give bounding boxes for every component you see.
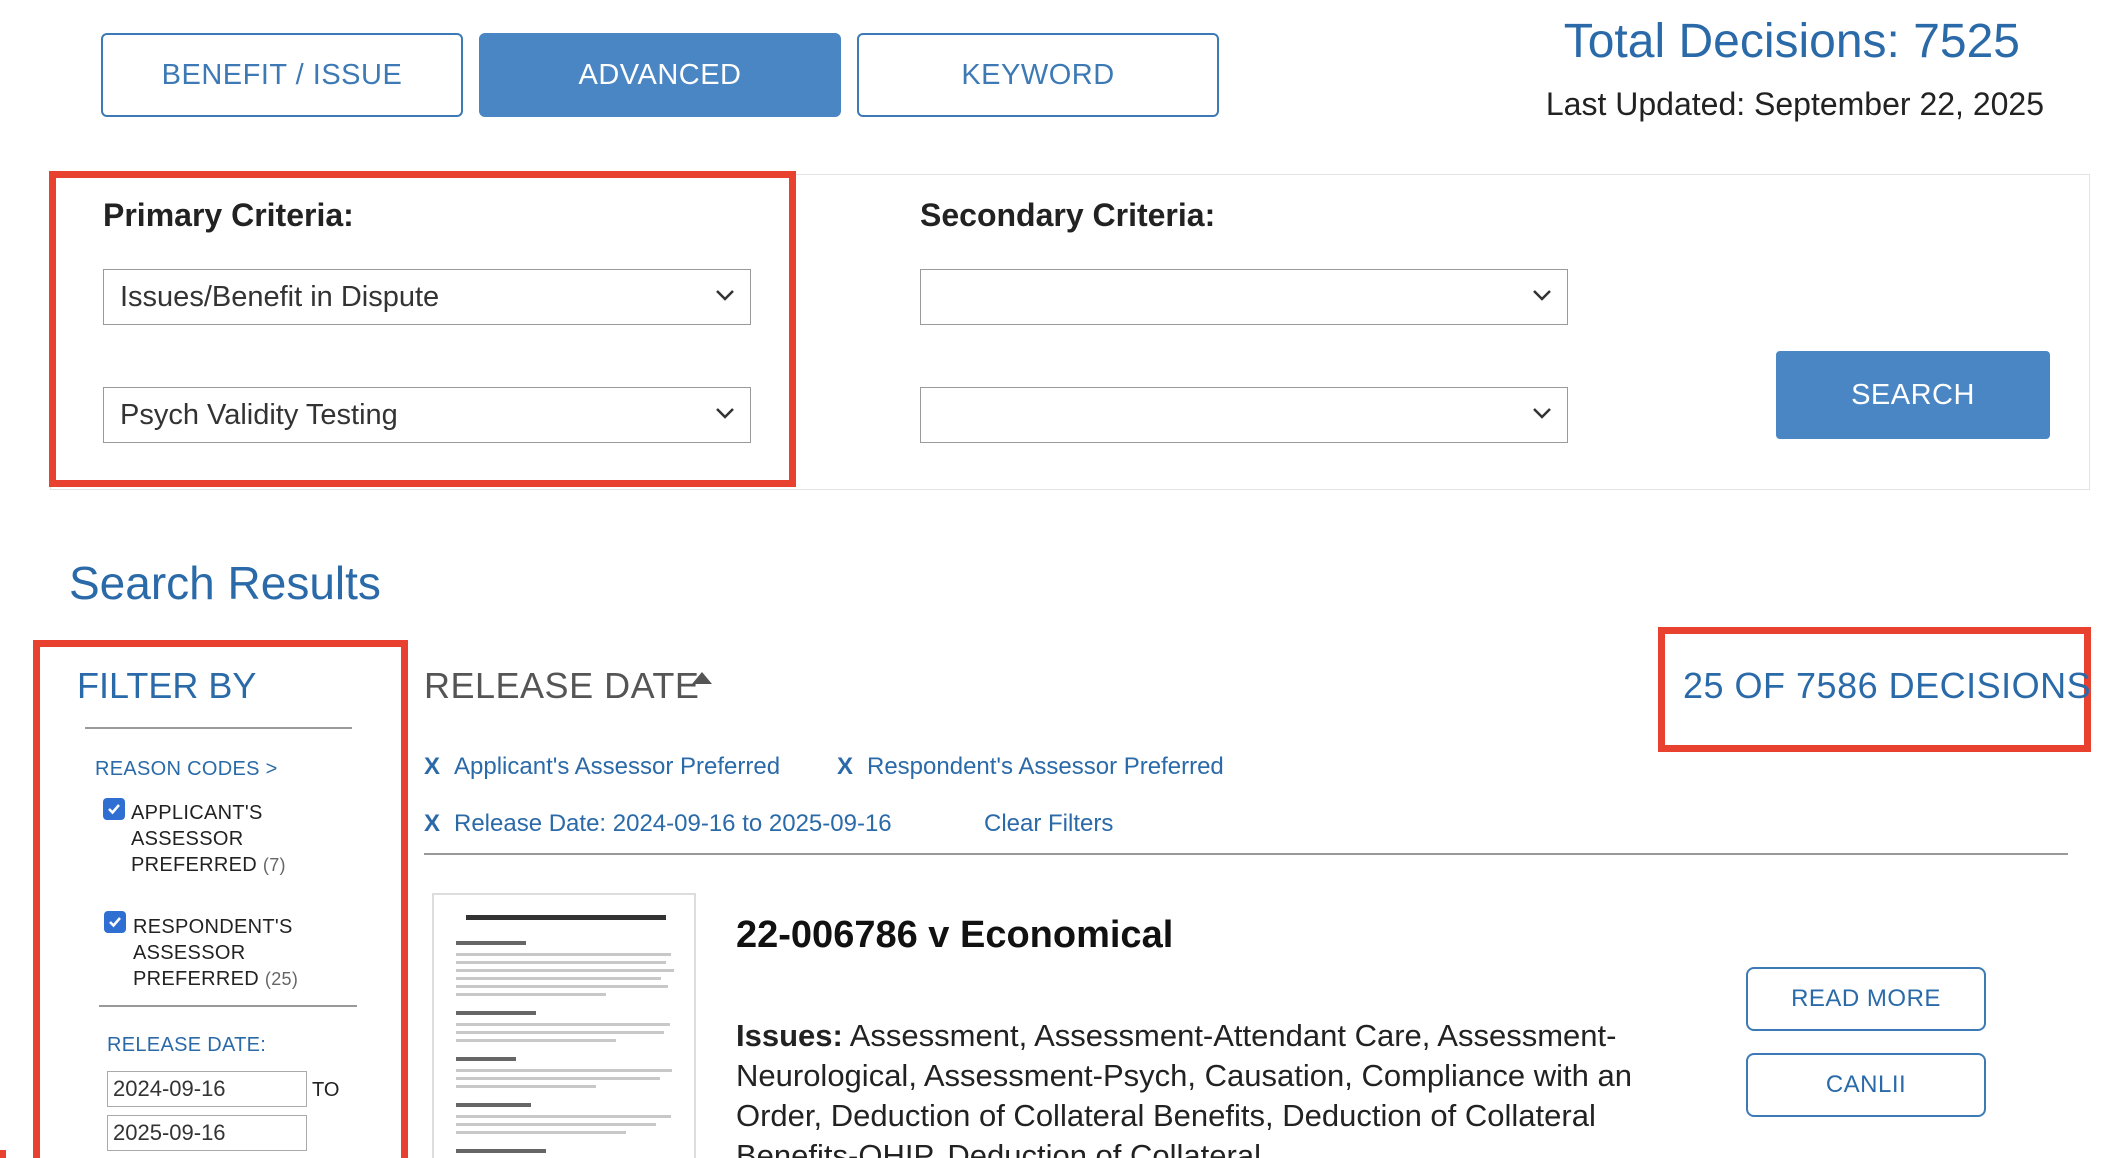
- release-date-from-input[interactable]: 2024-09-16: [107, 1071, 307, 1107]
- checkbox-label-applicants-assessor: APPLICANT'S ASSESSOR PREFERRED (7): [131, 802, 286, 876]
- thumb-line: [456, 977, 661, 980]
- thumb-line: [456, 1039, 616, 1042]
- thumb-line: [456, 1023, 670, 1026]
- checkbox-respondents-assessor[interactable]: [104, 911, 126, 933]
- check-icon: [109, 917, 121, 928]
- decisions-count: 25 OF 7586 DECISIONS: [1683, 665, 2092, 706]
- total-decisions: Total Decisions: 7525: [1563, 15, 2020, 68]
- thumb-line: [456, 1123, 656, 1126]
- thumb-heading: [456, 1011, 536, 1015]
- chevron-down-icon: [1533, 408, 1551, 419]
- search-results-title: Search Results: [69, 557, 381, 609]
- highlight-primary-criteria: [49, 171, 796, 487]
- thumb-line: [456, 953, 671, 956]
- chevron-down-icon: [1533, 290, 1551, 301]
- secondary-criteria-select-1[interactable]: [920, 269, 1568, 325]
- remove-filter-icon[interactable]: X: [837, 753, 853, 781]
- thumb-line: [456, 961, 666, 964]
- thumb-line: [456, 1115, 671, 1118]
- release-date-filter-label: RELEASE DATE:: [107, 1034, 267, 1056]
- reason-codes-toggle[interactable]: REASON CODES >: [95, 758, 278, 781]
- thumb-title-bar: [466, 915, 666, 920]
- filter-by-title: FILTER BY: [77, 665, 257, 706]
- thumb-line: [456, 1077, 660, 1080]
- check-icon: [108, 804, 120, 815]
- thumb-line: [456, 993, 606, 996]
- remove-filter-icon[interactable]: X: [424, 753, 440, 781]
- tab-benefit-issue[interactable]: BENEFIT / ISSUE: [101, 33, 463, 117]
- results-divider: [424, 853, 2068, 855]
- thumb-line: [456, 1085, 596, 1088]
- canlii-button[interactable]: CANLII: [1746, 1053, 1986, 1117]
- secondary-criteria-label: Secondary Criteria:: [920, 197, 1216, 233]
- tab-keyword[interactable]: KEYWORD: [857, 33, 1219, 117]
- to-label: TO: [312, 1079, 340, 1101]
- secondary-criteria-select-2[interactable]: [920, 387, 1568, 443]
- thumb-heading: [456, 1103, 531, 1107]
- active-filter-release-date[interactable]: Release Date: 2024-09-16 to 2025-09-16: [454, 810, 892, 838]
- release-date-to-input[interactable]: 2025-09-16: [107, 1115, 307, 1151]
- thumb-line: [456, 985, 668, 988]
- issues-text: Assessment, Assessment-Attendant Care, A…: [736, 1018, 1632, 1158]
- active-filter-applicants-assessor[interactable]: Applicant's Assessor Preferred: [454, 753, 780, 781]
- clear-filters-link[interactable]: Clear Filters: [984, 810, 1113, 838]
- last-updated: Last Updated: September 22, 2025: [1545, 86, 2044, 122]
- thumb-heading: [456, 1057, 516, 1061]
- thumb-heading: [456, 1149, 546, 1153]
- checkbox-label-respondents-assessor: RESPONDENT'S ASSESSOR PREFERRED (25): [133, 916, 299, 990]
- remove-filter-icon[interactable]: X: [424, 810, 440, 838]
- read-more-button[interactable]: READ MORE: [1746, 967, 1986, 1031]
- sort-release-date[interactable]: RELEASE DATE: [424, 665, 699, 707]
- checkbox-applicants-assessor[interactable]: [103, 798, 125, 820]
- thumb-heading: [456, 941, 526, 945]
- issues-label: Issues:: [736, 1018, 843, 1053]
- tab-advanced[interactable]: ADVANCED: [479, 33, 841, 117]
- thumb-line: [456, 1031, 664, 1034]
- thumb-line: [456, 1069, 672, 1072]
- decision-title[interactable]: 22-006786 v Economical: [736, 914, 1173, 957]
- sort-ascending-icon[interactable]: [692, 672, 712, 684]
- active-filter-respondents-assessor[interactable]: Respondent's Assessor Preferred: [867, 753, 1224, 781]
- divider: [85, 727, 352, 729]
- highlight-edge: [0, 1150, 6, 1158]
- thumb-line: [456, 1131, 626, 1134]
- thumb-line: [456, 969, 674, 972]
- decision-thumbnail[interactable]: [432, 893, 696, 1158]
- decision-issues: Issues: Assessment, Assessment-Attendant…: [736, 1016, 1696, 1158]
- divider: [99, 1005, 357, 1007]
- search-button[interactable]: SEARCH: [1776, 351, 2050, 439]
